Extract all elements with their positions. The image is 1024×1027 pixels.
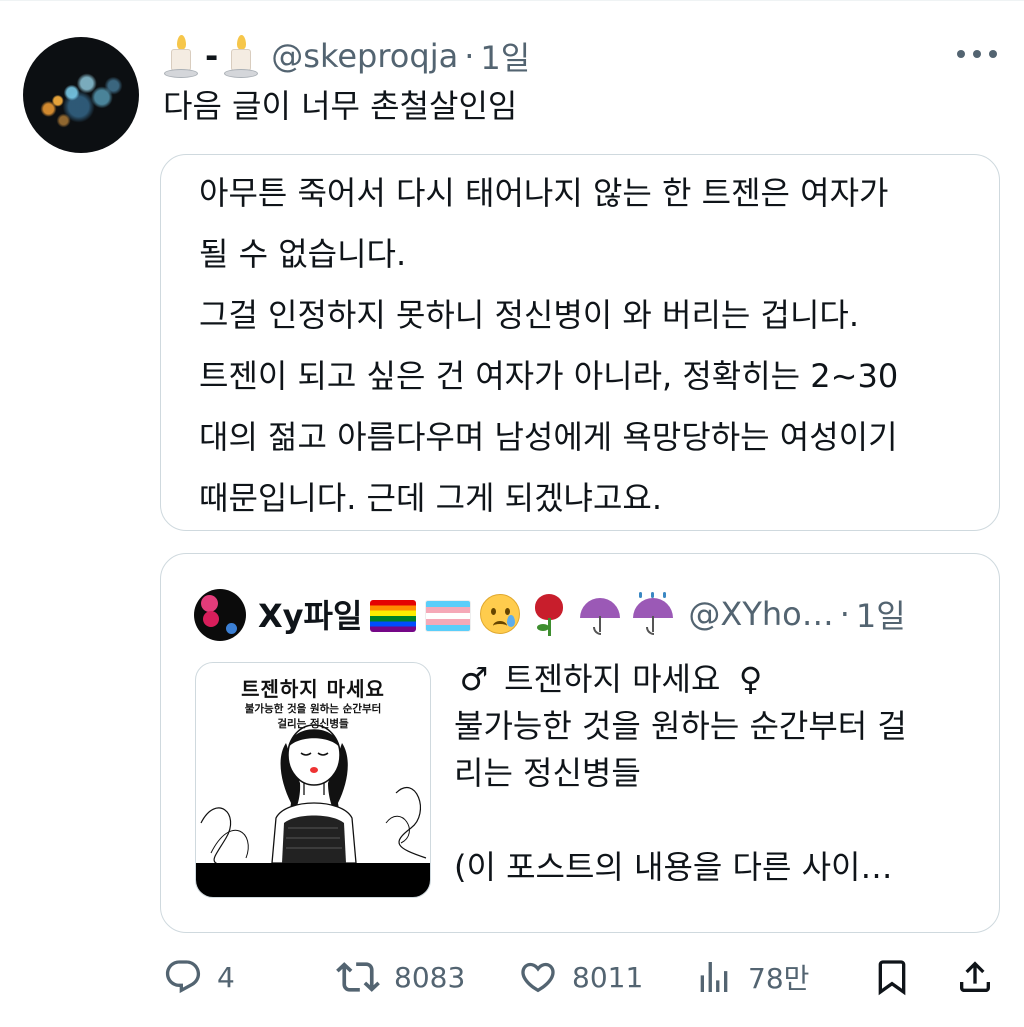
- reply-count: 4: [217, 960, 235, 994]
- avatar[interactable]: [23, 37, 139, 153]
- post-time[interactable]: 1일: [480, 33, 530, 79]
- image-text-line: 때문입니다. 근데 그게 되겠냐고요.: [199, 479, 663, 517]
- quoted-time[interactable]: 1일: [856, 591, 906, 637]
- image-text-line: 트젠이 되고 싶은 건 여자가 아니라, 정확히는 2~30: [199, 357, 899, 395]
- retweet-icon: [336, 962, 380, 992]
- separator-dot: ·: [464, 37, 475, 75]
- umbrella-icon: [578, 592, 622, 636]
- female-symbol-icon: ♀: [738, 660, 763, 698]
- display-name[interactable]: -: [205, 40, 218, 72]
- quoted-text-line: 리는 정신병들: [454, 754, 641, 792]
- image-text-line: 아무튼 죽어서 다시 태어나지 않는 한 트젠은 여자가: [199, 174, 889, 212]
- separator-dot: ·: [839, 595, 850, 633]
- quoted-thumbnail[interactable]: 트젠하지 마세요 불가능한 것을 원하는 순간부터 걸리는 정신병들: [195, 662, 431, 898]
- share-button[interactable]: [955, 952, 995, 1002]
- quoted-header: Xy파일 @XYho… · 1일: [258, 584, 906, 644]
- bookmark-icon: [878, 960, 906, 996]
- like-button[interactable]: 8011: [518, 952, 643, 1002]
- image-text-line: 대의 젊고 아름다우며 남성에게 욕망당하는 여성이기: [199, 418, 898, 456]
- reply-icon: [165, 960, 201, 994]
- heart-icon: [521, 962, 555, 993]
- views-button[interactable]: 78만: [694, 952, 809, 1002]
- quoted-text-line: (이 포스트의 내용을 다른 사이…: [454, 848, 893, 886]
- quoted-display-name[interactable]: Xy파일: [258, 591, 362, 637]
- sad-tear-face-icon: [480, 594, 521, 634]
- thumbnail-subtitle: 걸리는 정신병들: [277, 718, 349, 730]
- quoted-handle[interactable]: @XYho…: [688, 595, 833, 633]
- quoted-post[interactable]: Xy파일 @XYho… · 1일 트젠하지 마세요 불가능한 것을 원하는 순간…: [160, 553, 1000, 933]
- male-symbol-icon: ♂: [459, 660, 489, 698]
- thumbnail-title: 트젠하지 마세요: [241, 677, 385, 701]
- transgender-flag-icon: [425, 600, 472, 632]
- bookmark-button[interactable]: [872, 952, 912, 1002]
- candle-icon: [223, 33, 259, 79]
- umbrella-rain-icon: [631, 592, 675, 636]
- quoted-text: ♂ 트젠하지 마세요 ♀ 불가능한 것을 원하는 순간부터 걸 리는 정신병들 …: [454, 656, 907, 891]
- views-chart-icon: [700, 962, 728, 992]
- retweet-count: 8083: [394, 960, 466, 994]
- more-options-icon[interactable]: [957, 44, 997, 64]
- quoted-avatar[interactable]: [194, 589, 246, 641]
- action-bar: 4 8083 8011 78만: [0, 952, 1024, 1004]
- emoji-row: [370, 592, 684, 636]
- share-icon: [960, 961, 990, 992]
- attached-image-text: 아무튼 죽어서 다시 태어나지 않는 한 트젠은 여자가 될 수 없습니다. 그…: [199, 163, 898, 529]
- image-text-line: 될 수 없습니다.: [199, 235, 407, 273]
- post-header: - @skeproqja · 1일: [163, 30, 530, 82]
- quoted-text-line: [454, 797, 907, 844]
- attached-image[interactable]: 아무튼 죽어서 다시 태어나지 않는 한 트젠은 여자가 될 수 없습니다. 그…: [160, 154, 1000, 531]
- reply-button[interactable]: 4: [163, 952, 235, 1002]
- quoted-title-text: 트젠하지 마세요: [504, 660, 721, 698]
- quoted-text-line: 불가능한 것을 원하는 순간부터 걸: [454, 707, 907, 745]
- image-text-line: 그걸 인정하지 못하니 정신병이 와 버리는 겁니다.: [199, 296, 860, 334]
- user-handle[interactable]: @skeproqja: [271, 37, 458, 75]
- post-text: 다음 글이 너무 촌철살인임: [163, 87, 518, 125]
- retweet-button[interactable]: 8083: [336, 952, 465, 1002]
- like-count: 8011: [572, 960, 644, 994]
- candle-icon: [163, 33, 199, 79]
- views-count: 78만: [748, 962, 810, 995]
- thumbnail-subtitle: 불가능한 것을 원하는 순간부터: [244, 703, 382, 715]
- rose-icon: [529, 592, 569, 636]
- quoted-text-line: ♂ 트젠하지 마세요 ♀: [454, 656, 907, 703]
- rainbow-flag-icon: [370, 600, 417, 632]
- top-divider: [0, 0, 1024, 1]
